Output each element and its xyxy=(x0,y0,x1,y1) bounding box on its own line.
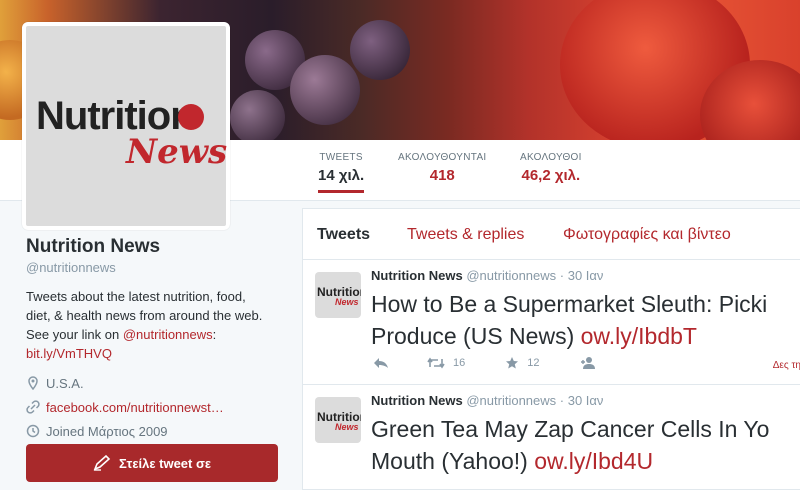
joined-text: Joined Μάρτιος 2009 xyxy=(46,423,168,439)
link-icon xyxy=(26,400,40,414)
tweet-author-name[interactable]: Nutrition News xyxy=(371,393,463,408)
tweet-text: Green Tea May Zap Cancer Cells In Yo Mou… xyxy=(371,413,800,477)
stat-value: 14 χιλ. xyxy=(318,167,365,184)
location-pin-icon xyxy=(28,376,38,390)
apple-logo-icon xyxy=(178,104,204,130)
profile-location: U.S.A. xyxy=(26,373,286,393)
location-text: U.S.A. xyxy=(46,375,84,391)
tweet-avatar[interactable]: NutritionNews xyxy=(315,397,361,443)
tweet-item[interactable]: NutritionNews Nutrition News @nutritionn… xyxy=(303,385,800,489)
tweet-url-link[interactable]: ow.ly/Ibd4U xyxy=(534,448,653,474)
stat-followers[interactable]: ΑΚΟΛΟΥΘΟΙ 46,2 χιλ. xyxy=(520,152,582,184)
follow-icon xyxy=(580,357,595,369)
banner-fruit xyxy=(230,90,285,140)
tab-photos-videos[interactable]: Φωτογραφίες και βίντεο xyxy=(563,226,731,244)
tweet-url-link[interactable]: ow.ly/IbdbT xyxy=(581,323,697,349)
stat-following[interactable]: ΑΚΟΛΟΥΘΟΥΝΤΑΙ 418 xyxy=(398,152,487,184)
tweet-text-line: Produce (US News) xyxy=(371,323,581,349)
tweet-text: How to Be a Supermarket Sleuth: Picki Pr… xyxy=(371,288,800,352)
tweet-text-line: Mouth (Yahoo!) xyxy=(371,448,535,474)
retweet-icon xyxy=(427,357,445,369)
banner-fruit xyxy=(290,55,360,125)
bio-text: See your link on xyxy=(26,327,123,342)
retweet-button[interactable]: 16 xyxy=(427,357,465,369)
bio-text: diet, & health news from around the web. xyxy=(26,308,263,323)
favorite-icon xyxy=(506,357,519,369)
follow-button[interactable] xyxy=(580,356,596,370)
stat-label: ΑΚΟΛΟΥΘΟΙ xyxy=(520,152,582,163)
bio-url-link[interactable]: bit.ly/VmTHVQ xyxy=(26,346,112,361)
tweet-item[interactable]: NutritionNews Nutrition News @nutritionn… xyxy=(303,260,800,385)
tweet-author-handle[interactable]: @nutritionnews xyxy=(466,393,556,408)
timeline-tabs: Tweets Tweets & replies Φωτογραφίες και … xyxy=(303,209,800,260)
profile-name[interactable]: Nutrition News xyxy=(26,236,286,258)
timeline: Tweets Tweets & replies Φωτογραφίες και … xyxy=(302,208,800,490)
bio-text: Tweets about the latest nutrition, food, xyxy=(26,289,246,304)
tweet-avatar[interactable]: NutritionNews xyxy=(315,272,361,318)
bio-text: : xyxy=(212,327,217,342)
tweet-author-name[interactable]: Nutrition News xyxy=(371,268,463,283)
view-more-link[interactable]: Δες τη xyxy=(773,360,800,371)
reply-icon xyxy=(374,358,388,368)
profile-card: Nutrition News @nutritionnews Tweets abo… xyxy=(26,236,286,441)
reply-button[interactable] xyxy=(373,357,389,369)
tweet-to-button[interactable]: Στείλε tweet σε xyxy=(26,444,278,482)
tweet-author-handle[interactable]: @nutritionnews xyxy=(466,268,556,283)
profile-bio: Tweets about the latest nutrition, food,… xyxy=(26,287,286,363)
calendar-icon xyxy=(26,424,40,438)
tweet-timestamp[interactable]: · 30 Ιαν xyxy=(560,393,604,408)
tab-tweets[interactable]: Tweets xyxy=(317,226,370,244)
banner-fruit xyxy=(350,20,410,80)
tweet-to-label: Στείλε tweet σε xyxy=(118,455,212,471)
profile-website: facebook.com/nutritionnewst… xyxy=(26,397,286,417)
tweet-text-line: How to Be a Supermarket Sleuth: Picki xyxy=(371,291,768,317)
favorite-button[interactable]: 12 xyxy=(505,356,540,370)
tweet-header: Nutrition News @nutritionnews · 30 Ιαν xyxy=(371,393,603,408)
website-link[interactable]: facebook.com/nutritionnewst… xyxy=(46,400,224,415)
tweet-header: Nutrition News @nutritionnews · 30 Ιαν xyxy=(371,268,603,283)
stat-value: 46,2 χιλ. xyxy=(521,167,581,184)
profile-handle[interactable]: @nutritionnews xyxy=(26,260,286,275)
tab-tweets-replies[interactable]: Tweets & replies xyxy=(407,226,524,244)
tweet-text-line: Green Tea May Zap Cancer Cells In Yo xyxy=(371,416,770,442)
tweet-timestamp[interactable]: · 30 Ιαν xyxy=(560,268,604,283)
tweet-actions: 16 12 xyxy=(373,356,596,370)
profile-joined: Joined Μάρτιος 2009 xyxy=(26,421,286,441)
stat-tweets[interactable]: TWEETS 14 χιλ. xyxy=(318,152,365,193)
stat-label: TWEETS xyxy=(319,152,363,163)
logo-news-text: News xyxy=(126,132,228,172)
profile-avatar[interactable]: Nutrition News xyxy=(22,22,230,230)
compose-icon xyxy=(93,455,111,471)
retweet-count: 16 xyxy=(453,357,466,369)
stat-value: 418 xyxy=(429,167,455,184)
bio-mention-link[interactable]: @nutritionnews xyxy=(123,327,213,342)
stat-label: ΑΚΟΛΟΥΘΟΥΝΤΑΙ xyxy=(398,152,487,163)
favorite-count: 12 xyxy=(527,357,540,369)
